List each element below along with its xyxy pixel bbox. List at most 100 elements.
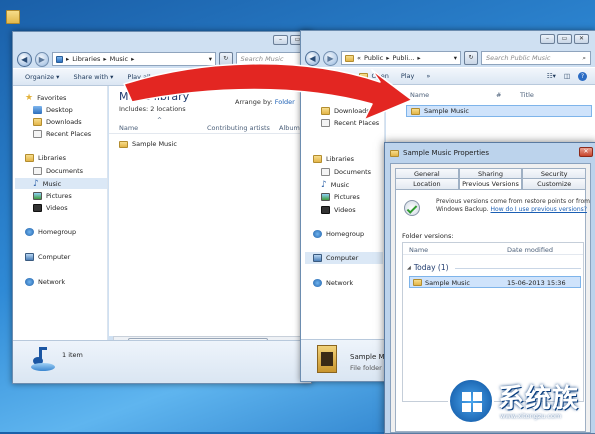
nav-downloads[interactable]: Downloads xyxy=(33,118,82,126)
command-bar: Organize ▾ Share with ▾ Play all New fol… xyxy=(13,68,311,86)
forward-button[interactable]: ▶ xyxy=(34,51,50,67)
downloads-icon xyxy=(321,107,330,115)
view-options-icon[interactable]: ☷▾ xyxy=(547,72,556,81)
play-all-button[interactable]: Play all xyxy=(127,73,150,81)
version-row[interactable]: Sample Music 15-06-2013 15:36 xyxy=(409,276,581,288)
library-includes[interactable]: Includes: 2 locations xyxy=(119,105,186,113)
organize-menu[interactable]: Organize ▾ xyxy=(25,73,59,81)
nav-pictures[interactable]: Pictures xyxy=(33,192,72,200)
breadcrumb-public-music[interactable]: Publi... xyxy=(393,54,415,62)
nav-computer[interactable]: Computer xyxy=(25,253,70,261)
nav-computer[interactable]: Computer xyxy=(305,252,383,264)
nav-network[interactable]: Network xyxy=(25,278,65,286)
help-icon[interactable]: ? xyxy=(578,71,587,81)
address-dropdown-icon[interactable]: ▾ xyxy=(209,55,212,63)
refresh-button[interactable]: ↻ xyxy=(218,52,233,66)
maximize-button[interactable]: ▭ xyxy=(557,34,572,44)
nav-documents[interactable]: Documents xyxy=(321,168,371,176)
nav-homegroup[interactable]: Homegroup xyxy=(313,230,364,238)
desktop-icon xyxy=(33,106,42,114)
column-header-name[interactable]: Name xyxy=(409,246,428,254)
nav-documents[interactable]: Documents xyxy=(33,167,83,175)
nav-favorites[interactable]: ★ Favorites xyxy=(25,93,66,103)
libraries-icon xyxy=(313,155,322,163)
tab-location[interactable]: Location xyxy=(395,178,459,189)
column-header-album[interactable]: Album xyxy=(279,124,300,132)
search-input[interactable]: Search Public Music ⌕ xyxy=(481,51,591,65)
version-date: 15-06-2013 15:36 xyxy=(507,279,566,287)
column-header-contributing-artists[interactable]: Contributing artists xyxy=(207,124,270,132)
watermark-url: www.xitongzu.com xyxy=(500,412,562,420)
nav-music[interactable]: ♪ Music xyxy=(15,178,107,189)
new-folder-button[interactable]: New folder xyxy=(165,73,200,81)
command-bar: Organize ▾ Open Play » ☷▾ ◫ ? xyxy=(301,67,595,85)
library-title: Music library xyxy=(119,90,190,103)
play-button[interactable]: Play xyxy=(401,72,415,80)
minimize-button[interactable]: – xyxy=(540,34,555,44)
breadcrumb-music[interactable]: Music xyxy=(110,55,129,63)
watermark-brand: 系统族 xyxy=(498,384,580,414)
nav-downloads[interactable]: Downloads xyxy=(321,107,370,115)
list-item[interactable]: Sample Music xyxy=(119,140,177,148)
column-header-title[interactable]: Title xyxy=(520,91,534,99)
nav-videos[interactable]: Videos xyxy=(321,206,356,214)
nav-videos[interactable]: Videos xyxy=(33,204,68,212)
organize-menu[interactable]: Organize ▾ xyxy=(313,72,347,80)
nav-recent-places[interactable]: Recent Places xyxy=(321,119,379,127)
column-header-name[interactable]: Name xyxy=(410,91,429,99)
group-header-today[interactable]: ◢ Today (1) xyxy=(407,263,449,272)
back-button[interactable]: ◀ xyxy=(305,50,320,66)
close-button[interactable]: ✕ xyxy=(574,34,589,44)
back-button[interactable]: ◀ xyxy=(17,51,32,67)
list-item[interactable]: Sample Music xyxy=(406,105,592,117)
address-row: ◀ ▶ ▸ Libraries ▸ Music ▸ ▾ ↻ Search Mus… xyxy=(13,50,311,68)
desktop-folder-icon[interactable] xyxy=(6,10,20,24)
nav-network[interactable]: Network xyxy=(313,279,353,287)
forward-button[interactable]: ▶ xyxy=(323,50,338,66)
help-link[interactable]: How do I use previous versions? xyxy=(491,206,587,213)
share-with-menu[interactable]: Share with ▾ xyxy=(73,73,113,81)
nav-music[interactable]: ♪ Music xyxy=(321,180,349,190)
title-bar: – ▭ xyxy=(13,32,311,50)
music-note-icon: ♪ xyxy=(321,180,327,190)
star-icon: ★ xyxy=(25,93,34,103)
pictures-icon xyxy=(321,193,330,201)
explorer-window-music-library: – ▭ ◀ ▶ ▸ Libraries ▸ Music ▸ ▾ ↻ Search … xyxy=(12,31,312,384)
documents-icon xyxy=(33,167,42,175)
folder-icon xyxy=(411,107,420,115)
address-bar[interactable]: ▸ Libraries ▸ Music ▸ ▾ xyxy=(52,52,216,66)
preview-pane-icon[interactable]: ◫ xyxy=(564,72,570,81)
breadcrumb-libraries[interactable]: Libraries xyxy=(72,55,100,63)
close-button[interactable]: ✕ xyxy=(579,147,593,157)
search-icon[interactable]: ⌕ xyxy=(582,54,586,63)
nav-libraries[interactable]: Libraries xyxy=(313,155,354,163)
libraries-icon xyxy=(25,154,34,162)
version-name: Sample Music xyxy=(425,279,470,287)
nav-libraries[interactable]: Libraries xyxy=(25,154,66,162)
breadcrumb-public[interactable]: Public xyxy=(364,54,383,62)
column-headers: Name ^ Contributing artists Album xyxy=(109,117,311,134)
folder-icon xyxy=(56,55,64,63)
more-commands-button[interactable]: » xyxy=(426,72,430,80)
column-header-date-modified[interactable]: Date modified xyxy=(507,246,553,254)
nav-recent-places[interactable]: Recent Places xyxy=(33,130,91,138)
nav-desktop[interactable]: Desktop xyxy=(33,106,73,114)
folder-versions-label: Folder versions: xyxy=(402,232,454,240)
open-button[interactable]: Open xyxy=(359,72,389,80)
folder-icon xyxy=(345,54,354,62)
address-bar[interactable]: « Public ▸ Publi... ▸ ▾ xyxy=(341,51,461,65)
minimize-button[interactable]: – xyxy=(273,35,288,45)
column-header-name[interactable]: Name xyxy=(119,124,138,132)
tab-customize[interactable]: Customize xyxy=(522,178,587,189)
folder-icon xyxy=(390,149,399,157)
tab-previous-versions[interactable]: Previous Versions xyxy=(458,178,523,189)
nav-homegroup[interactable]: Homegroup xyxy=(25,228,76,236)
nav-pictures[interactable]: Pictures xyxy=(321,193,360,201)
arrange-by-dropdown[interactable]: Folder xyxy=(275,98,295,106)
videos-icon xyxy=(321,206,330,214)
versions-column-headers: Name Date modified xyxy=(403,243,583,255)
refresh-button[interactable]: ↻ xyxy=(464,51,478,65)
column-header-number[interactable]: # xyxy=(496,91,501,99)
address-dropdown-icon[interactable]: ▾ xyxy=(454,54,457,62)
recent-places-icon xyxy=(33,130,42,138)
